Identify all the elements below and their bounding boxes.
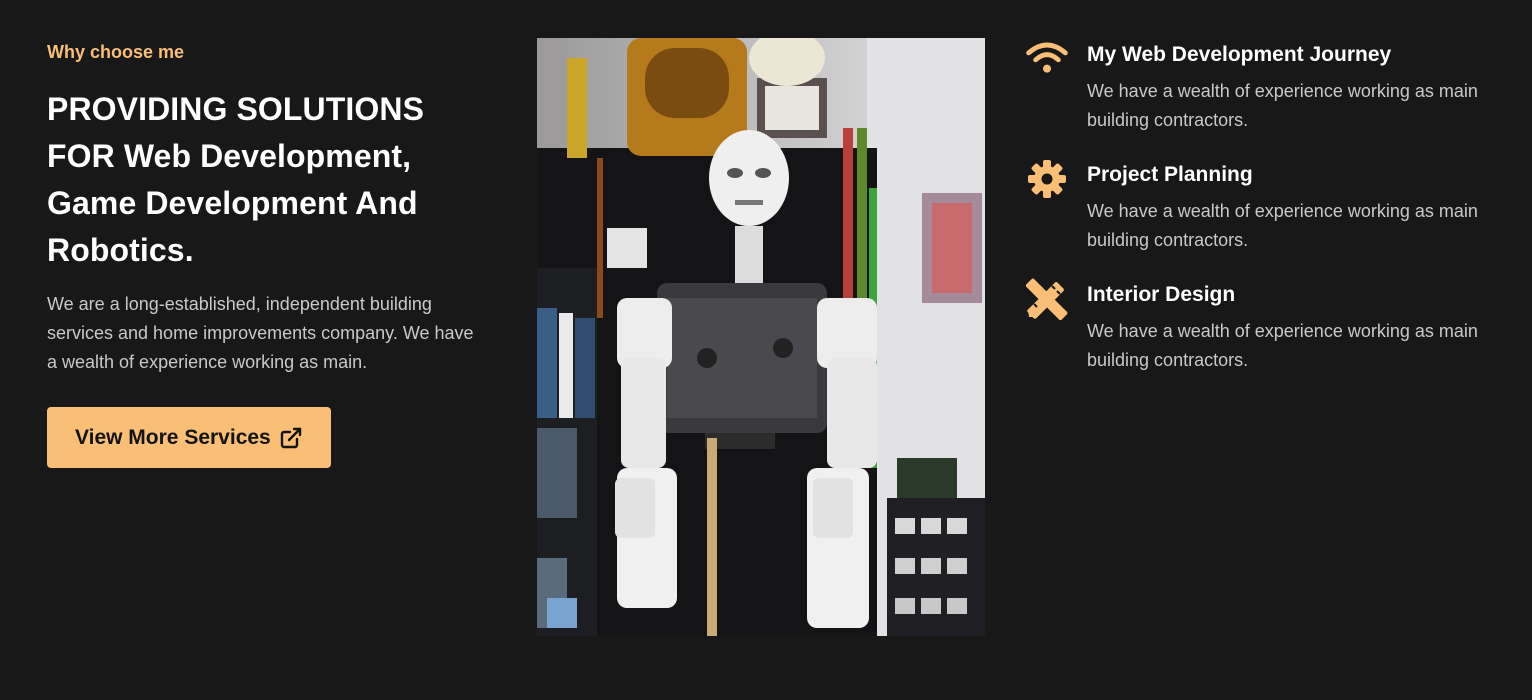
external-link-icon: [279, 426, 303, 450]
feature-description: We have a wealth of experience working a…: [1087, 201, 1478, 250]
view-more-services-button[interactable]: View More Services: [47, 407, 331, 468]
pencil-ruler-icon: [1026, 278, 1068, 320]
why-choose-me-section: Why choose me PROVIDING SOLUTIONS FOR We…: [0, 0, 1532, 700]
section-intro: We are a long-established, independent b…: [47, 294, 474, 372]
feature-item-project-planning: Project Planning We have a wealth of exp…: [1026, 158, 1496, 255]
feature-title: Project Planning: [1087, 163, 1253, 186]
view-more-services-label: View More Services: [75, 425, 271, 449]
intro-column: Why choose me PROVIDING SOLUTIONS FOR We…: [47, 38, 487, 468]
wifi-icon: [1026, 38, 1068, 80]
feature-item-web-development: My Web Development Journey We have a wea…: [1026, 38, 1496, 135]
feature-description: We have a wealth of experience working a…: [1087, 321, 1478, 370]
robot-photo: [537, 38, 985, 636]
feature-description: We have a wealth of experience working a…: [1087, 81, 1478, 130]
features-column: My Web Development Journey We have a wea…: [1026, 38, 1496, 398]
section-eyebrow: Why choose me: [47, 42, 185, 62]
feature-item-interior-design: Interior Design We have a wealth of expe…: [1026, 278, 1496, 375]
feature-title: Interior Design: [1087, 283, 1236, 306]
gear-icon: [1026, 158, 1068, 200]
section-headline: PROVIDING SOLUTIONS FOR Web Development,…: [47, 91, 425, 268]
feature-title: My Web Development Journey: [1087, 43, 1392, 66]
